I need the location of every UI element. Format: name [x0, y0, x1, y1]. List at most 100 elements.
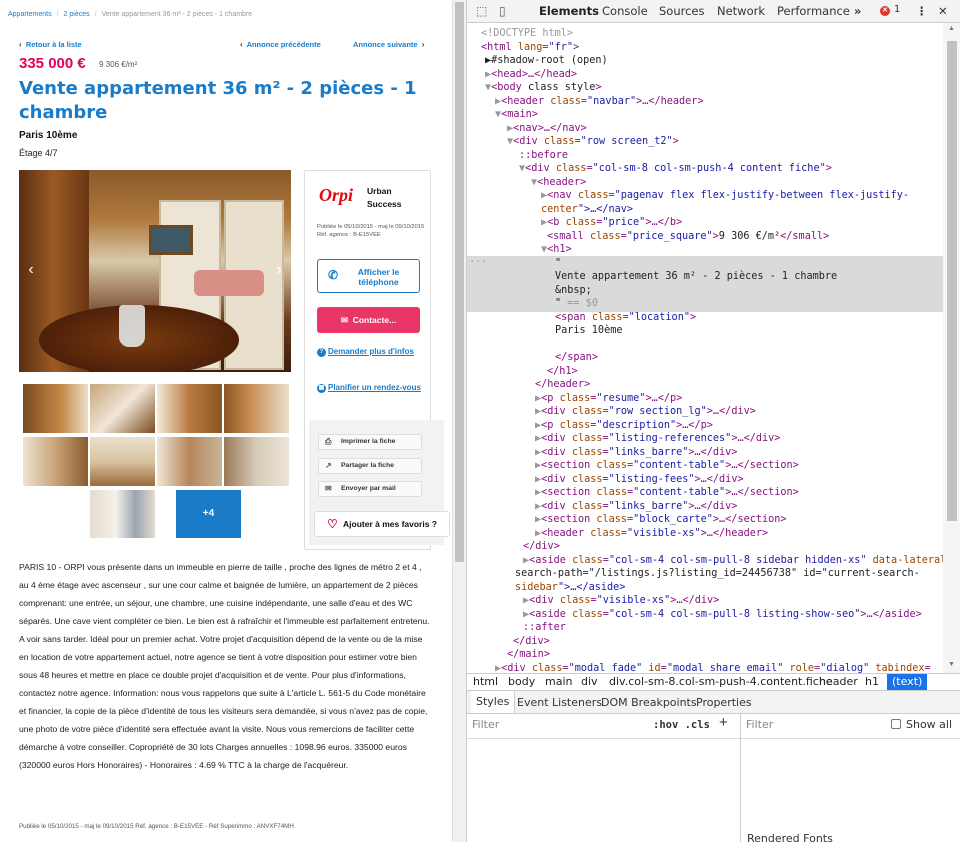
crumb-body[interactable]: body	[508, 675, 535, 688]
dom-node[interactable]: ▶<div class="listing-fees">…</div>	[535, 473, 744, 487]
tab-elements[interactable]: Elements	[539, 4, 599, 18]
checkbox-icon[interactable]	[891, 719, 901, 729]
dom-node[interactable]: &nbsp;	[555, 284, 592, 298]
dom-node[interactable]: ▼<header>	[531, 176, 586, 190]
dom-node[interactable]: ▶<section class="content-table">…</secti…	[535, 459, 799, 473]
tab-styles[interactable]: Styles	[471, 691, 516, 713]
device-toolbar-icon[interactable]: ▯	[499, 4, 506, 18]
dom-node[interactable]: ▶<aside class="col-sm-4 col-sm-pull-8 li…	[523, 608, 922, 622]
dom-node[interactable]: </h1>	[547, 365, 578, 379]
dom-scrollbar-thumb[interactable]	[947, 41, 957, 521]
next-photo-icon[interactable]: ›	[271, 260, 287, 280]
crumb-header[interactable]: header	[819, 675, 858, 688]
dom-node[interactable]: ▶<b class="price">…</b>	[541, 216, 682, 230]
more-options-icon[interactable]: ⋮	[916, 4, 928, 18]
page-scrollbar[interactable]	[452, 0, 466, 842]
email-button[interactable]: ✉ Envoyer par mail	[318, 481, 422, 497]
new-style-rule-icon[interactable]: +	[719, 714, 728, 731]
dom-node[interactable]: ▶<head>…</head>	[485, 68, 577, 82]
next-listing-link[interactable]: Annonce suivante ›	[353, 40, 424, 49]
dom-node[interactable]: ▼<div class="col-sm-8 col-sm-push-4 cont…	[519, 162, 832, 176]
dom-node[interactable]: sidebar">…</aside>	[515, 581, 625, 595]
crumb-main[interactable]: main	[545, 675, 572, 688]
dom-node[interactable]: ::before	[519, 149, 568, 163]
thumbnail[interactable]	[224, 437, 289, 486]
dom-node[interactable]: <html lang="fr">	[481, 41, 579, 55]
error-icon[interactable]: ✕	[880, 6, 890, 16]
tab-network[interactable]: Network	[717, 4, 765, 18]
breadcrumb-2-rooms-link[interactable]: 2 pièces	[64, 11, 90, 18]
scroll-up-icon[interactable]: ▲	[948, 25, 955, 32]
dom-node[interactable]: ▶<header class="navbar">…</header>	[495, 95, 704, 109]
crumb-div-content[interactable]: div.col-sm-8.col-sm-push-4.content.fiche	[609, 675, 833, 688]
page-scrollbar-thumb[interactable]	[455, 2, 464, 562]
add-favorite-button[interactable]: ♡ Ajouter à mes favoris ?	[314, 511, 450, 537]
previous-listing-link[interactable]: ‹ Annonce précédente	[240, 40, 321, 49]
crumb-div[interactable]: div	[581, 675, 598, 688]
dom-node[interactable]: ▶<section class="block_carte">…</section…	[535, 513, 787, 527]
breadcrumb-apartments-link[interactable]: Appartements	[8, 11, 52, 18]
dom-tree[interactable]: ... <!DOCTYPE html> <html lang="fr"> ▶#shad…	[467, 23, 943, 673]
scroll-down-icon[interactable]: ▼	[948, 661, 955, 668]
node-actions-icon[interactable]: ...	[469, 253, 487, 267]
thumbnail[interactable]	[23, 384, 88, 433]
thumbnail[interactable]	[90, 437, 155, 486]
dom-node[interactable]: ▼<body class style>	[485, 81, 602, 95]
tab-properties[interactable]: Properties	[696, 696, 752, 709]
dom-node[interactable]: ▶<div class="modal fade" id="modal_share…	[495, 662, 931, 674]
show-phone-button[interactable]: ✆ Afficher le téléphone	[317, 259, 420, 293]
dom-node[interactable]: <span class="location">	[555, 311, 696, 325]
contact-button[interactable]: ✉ Contacte...	[317, 307, 420, 333]
share-button[interactable]: ↗ Partager la fiche	[318, 458, 422, 474]
thumbnail[interactable]	[23, 437, 88, 486]
crumb-h1[interactable]: h1	[865, 675, 879, 688]
tab-sources[interactable]: Sources	[659, 4, 705, 18]
dom-node[interactable]: ▶<div class="links_barre">…</div>	[535, 446, 737, 460]
thumbnail[interactable]	[157, 384, 222, 433]
dom-node[interactable]: ▶<section class="content-table">…</secti…	[535, 486, 799, 500]
dom-node[interactable]: ▶<header class="visible-xs">…</header>	[535, 527, 768, 541]
more-info-link[interactable]: ? Demander plus d'infos	[317, 347, 423, 357]
crumb-html[interactable]: html	[473, 675, 498, 688]
dom-scrollbar[interactable]: ▲ ▼	[943, 23, 960, 673]
dom-node[interactable]: " == $0	[555, 297, 598, 311]
dom-node[interactable]: center">…</nav>	[541, 203, 633, 217]
dom-node[interactable]: ▶<div class="listing-references">…</div>	[535, 432, 780, 446]
tab-dom-breakpoints[interactable]: DOM Breakpoints	[601, 696, 697, 709]
dom-node[interactable]: search-path="/listings.js?listing_id=244…	[515, 567, 920, 581]
dom-node[interactable]: <small class="price_square">9 306 €/m²</…	[547, 230, 829, 244]
dom-node[interactable]: </header>	[535, 378, 590, 392]
dom-node[interactable]: </div>	[523, 540, 560, 554]
thumbnail[interactable]	[90, 490, 155, 538]
print-button[interactable]: ⎙ Imprimer la fiche	[318, 434, 422, 450]
dom-node[interactable]: ▶<aside class="col-sm-4 col-sm-pull-8 si…	[523, 554, 943, 568]
dom-node[interactable]: Paris 10ème	[555, 324, 622, 338]
dom-node[interactable]: ▶<nav>…</nav>	[507, 122, 587, 136]
close-icon[interactable]: ✕	[938, 4, 948, 18]
dom-node[interactable]: </span>	[555, 351, 598, 365]
dom-node[interactable]: ▶<div class="row section_lg">…</div>	[535, 405, 756, 419]
main-photo[interactable]: ‹ ›	[19, 170, 291, 372]
dom-node[interactable]: ▶#shadow-root (open)	[485, 54, 608, 68]
show-all-checkbox[interactable]: Show all	[891, 718, 952, 731]
thumbnail[interactable]	[90, 384, 155, 433]
dom-node[interactable]: ▼<main>	[495, 108, 538, 122]
thumbnail[interactable]	[224, 384, 289, 433]
tab-performance[interactable]: Performance	[777, 4, 850, 18]
dom-node[interactable]: ▶<p class="resume">…</p>	[535, 392, 682, 406]
tab-event-listeners[interactable]: Event Listeners	[517, 696, 602, 709]
dom-node[interactable]: "	[555, 257, 561, 271]
dom-node[interactable]: ::after	[523, 621, 566, 635]
crumb-text[interactable]: (text)	[887, 674, 928, 690]
dom-node[interactable]: <!DOCTYPE html>	[481, 27, 573, 41]
dom-node[interactable]: ▼<h1>	[541, 243, 572, 257]
dom-node[interactable]: ▶<nav class="pagenav flex flex-justify-b…	[541, 189, 909, 203]
inspect-element-icon[interactable]: ⬚	[476, 4, 487, 18]
dom-node[interactable]: Vente appartement 36 m² - 2 pièces - 1 c…	[555, 270, 837, 284]
back-to-list-link[interactable]: ‹ Retour à la liste	[19, 40, 82, 49]
tab-console[interactable]: Console	[602, 4, 648, 18]
dom-node[interactable]: ▶<div class="links_barre">…</div>	[535, 500, 737, 514]
thumbnail[interactable]	[157, 437, 222, 486]
dom-node[interactable]: </div>	[513, 635, 550, 649]
dom-node[interactable]: </main>	[507, 648, 550, 662]
